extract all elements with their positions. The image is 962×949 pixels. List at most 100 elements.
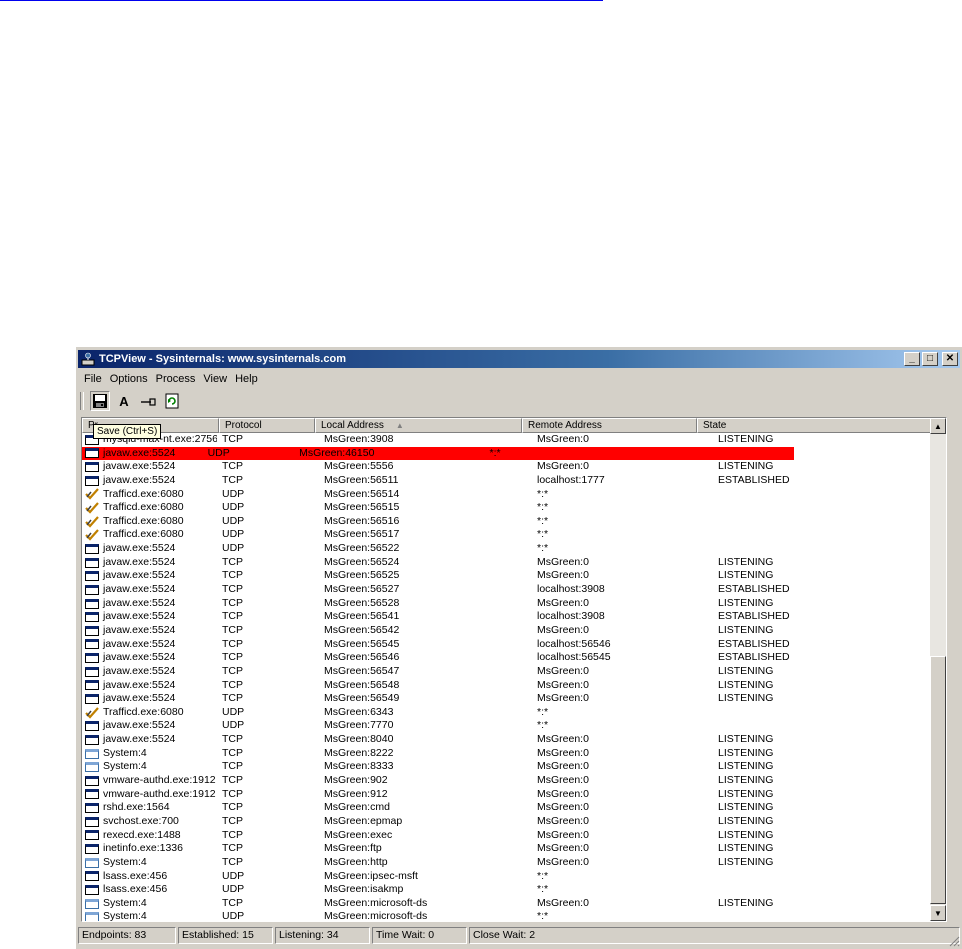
cell-local-address: MsGreen:56541 — [324, 610, 400, 623]
process-name: javaw.exe:5524 — [103, 692, 176, 705]
table-row[interactable]: javaw.exe:5524 TCP MsGreen:56548 MsGreen:0 L… — [82, 678, 946, 693]
menu-view[interactable]: View — [199, 373, 231, 385]
cell-state: LISTENING — [718, 555, 774, 568]
menu-options[interactable]: Options — [106, 373, 152, 385]
cell-state — [712, 528, 878, 542]
cell-local-address: MsGreen:5556 — [324, 460, 394, 473]
table-row[interactable]: inetinfo.exe:1336 TCP MsGreen:ftp MsGreen:0… — [82, 842, 946, 856]
application-window-icon — [85, 571, 99, 582]
cell-protocol: TCP — [222, 855, 243, 868]
menu-file[interactable]: File — [80, 373, 106, 385]
table-row[interactable]: javaw.exe:5524 TCP MsGreen:56546 localhost:… — [82, 651, 946, 665]
refresh-icon — [165, 393, 179, 409]
column-header-local-address-label: Local Address — [321, 420, 384, 431]
table-row[interactable]: System:4 TCP MsGreen:8222 MsGreen:0 LISTENIN… — [82, 747, 946, 761]
table-row[interactable]: javaw.exe:5524 TCP MsGreen:56545 localhost:… — [82, 638, 946, 652]
resolve-addresses-button[interactable] — [138, 391, 158, 411]
scroll-down-button[interactable]: ▼ — [930, 905, 946, 921]
table-row[interactable]: javaw.exe:5524 TCP MsGreen:56511 localhost:… — [82, 473, 946, 488]
table-row[interactable]: javaw.exe:5524 TCP MsGreen:56527 localhost:… — [82, 583, 946, 597]
cell-remote-address: *:* — [537, 705, 549, 718]
cell-state — [712, 910, 878, 921]
column-header-state[interactable]: State — [697, 418, 932, 433]
table-row[interactable]: vmware-authd.exe:1912 TCP MsGreen:902 MsGre… — [82, 774, 946, 788]
connections-list[interactable]: Pr Protocol Local Address ▲ Remote Addre… — [81, 417, 947, 922]
table-row[interactable]: lsass.exe:456 UDP MsGreen:isakmp *:* — [82, 883, 946, 897]
process-name: javaw.exe:5524 — [103, 623, 176, 636]
table-row[interactable]: System:4 TCP MsGreen:8333 MsGreen:0 LISTENIN… — [82, 760, 946, 774]
menu-process[interactable]: Process — [152, 373, 200, 385]
application-window-icon — [85, 721, 99, 732]
table-row[interactable]: mysqld-max-nt.exe:2756 TCP MsGreen:3908 MsG… — [82, 433, 946, 447]
table-row[interactable]: Trafficd.exe:6080 UDP MsGreen:6343 *:* — [82, 705, 946, 720]
table-row[interactable]: Trafficd.exe:6080 UDP MsGreen:56515 *:* — [82, 501, 946, 515]
close-button[interactable]: ✕ — [942, 352, 958, 366]
cell-protocol: TCP — [222, 460, 243, 473]
table-row[interactable]: System:4 TCP MsGreen:microsoft-ds MsGreen:0… — [82, 896, 946, 911]
table-row[interactable]: javaw.exe:5524 TCP MsGreen:56528 MsGreen:0 L… — [82, 597, 946, 611]
scroll-thumb[interactable] — [930, 656, 946, 904]
cell-remote-address: MsGreen:0 — [537, 623, 589, 636]
table-row[interactable]: javaw.exe:5524 UDP MsGreen:56522 *:* — [82, 542, 946, 556]
table-row[interactable]: javaw.exe:5524 TCP MsGreen:56524 MsGreen:0 L… — [82, 555, 946, 570]
table-row[interactable]: javaw.exe:5524 UDP MsGreen:46150 *:* — [82, 446, 794, 461]
cell-process: lsass.exe:456 — [82, 883, 217, 897]
application-window-icon — [85, 584, 99, 595]
refresh-button[interactable] — [162, 391, 182, 411]
table-row[interactable]: Trafficd.exe:6080 UDP MsGreen:56514 *:* — [82, 487, 946, 502]
table-row[interactable]: lsass.exe:456 UDP MsGreen:ipsec-msft *:* — [82, 870, 946, 884]
application-window-icon — [85, 844, 99, 855]
table-row[interactable]: System:4 UDP MsGreen:microsoft-ds *:* — [82, 910, 946, 921]
table-row[interactable]: javaw.exe:5524 TCP MsGreen:56541 localhost:… — [82, 610, 946, 624]
save-button[interactable] — [90, 391, 110, 411]
cell-protocol: TCP — [222, 842, 243, 855]
table-row[interactable]: javaw.exe:5524 UDP MsGreen:7770 *:* — [82, 719, 946, 733]
table-row[interactable]: svchost.exe:700 TCP MsGreen:epmap MsGreen:0… — [82, 815, 946, 829]
column-header-local-address[interactable]: Local Address ▲ — [315, 418, 522, 433]
menu-help[interactable]: Help — [231, 373, 262, 385]
resize-grip-icon[interactable] — [948, 935, 960, 947]
cell-local-address: MsGreen:56514 — [324, 487, 400, 500]
cell-local-address: MsGreen:exec — [324, 828, 393, 841]
table-row[interactable]: javaw.exe:5524 TCP MsGreen:56549 MsGreen:0 L… — [82, 692, 946, 706]
table-row[interactable]: javaw.exe:5524 TCP MsGreen:56542 MsGreen:0 L… — [82, 623, 946, 638]
minimize-button[interactable]: _ — [904, 352, 920, 366]
cell-local-address: MsGreen:56548 — [324, 678, 400, 691]
application-window-icon — [85, 884, 99, 895]
column-header-remote-address[interactable]: Remote Address — [522, 418, 697, 433]
cell-process: System:4 — [82, 910, 217, 921]
trafficd-check-icon — [85, 529, 99, 541]
title-bar[interactable]: TCPView - Sysinternals: www.sysinternals… — [78, 350, 960, 368]
cell-local-address: MsGreen:microsoft-ds — [324, 896, 428, 909]
vertical-scrollbar[interactable]: ▲ ▼ — [930, 418, 946, 921]
cell-state: LISTENING — [718, 801, 774, 814]
cell-protocol: TCP — [222, 787, 243, 800]
table-row[interactable]: javaw.exe:5524 TCP MsGreen:56525 MsGreen:0 L… — [82, 569, 946, 583]
trafficd-check-icon — [85, 488, 99, 500]
table-row[interactable]: rshd.exe:1564 TCP MsGreen:cmd MsGreen:0 LIST… — [82, 801, 946, 815]
cell-local-address: MsGreen:56515 — [324, 501, 400, 514]
table-row[interactable]: Trafficd.exe:6080 UDP MsGreen:56516 *:* — [82, 515, 946, 529]
column-header-protocol[interactable]: Protocol — [219, 418, 315, 433]
font-button[interactable]: A — [114, 391, 134, 411]
list-header: Pr Protocol Local Address ▲ Remote Addre… — [82, 418, 946, 433]
scroll-up-button[interactable]: ▲ — [930, 418, 946, 434]
process-name: javaw.exe:5524 — [103, 610, 176, 623]
application-window-icon — [85, 816, 99, 827]
table-row[interactable]: javaw.exe:5524 TCP MsGreen:56547 MsGreen:0 L… — [82, 665, 946, 679]
cell-state: LISTENING — [718, 896, 774, 909]
table-row[interactable]: vmware-authd.exe:1912 TCP MsGreen:912 MsGre… — [82, 787, 946, 802]
table-row[interactable]: System:4 TCP MsGreen:http MsGreen:0 LISTENIN… — [82, 855, 946, 870]
table-row[interactable]: javaw.exe:5524 TCP MsGreen:8040 MsGreen:0 LI… — [82, 733, 946, 747]
table-row[interactable]: rexecd.exe:1488 TCP MsGreen:exec MsGreen:0 L… — [82, 828, 946, 843]
table-row[interactable]: javaw.exe:5524 TCP MsGreen:5556 MsGreen:0 LI… — [82, 460, 946, 474]
cell-process: Trafficd.exe:6080 — [82, 501, 217, 515]
cell-protocol: TCP — [222, 828, 243, 841]
cell-local-address: MsGreen:56511 — [324, 473, 399, 486]
cell-protocol: UDP — [222, 719, 245, 732]
cell-process: Trafficd.exe:6080 — [82, 515, 217, 529]
cell-protocol: TCP — [222, 623, 243, 636]
maximize-button[interactable]: □ — [922, 352, 938, 366]
table-row[interactable]: Trafficd.exe:6080 UDP MsGreen:56517 *:* — [82, 528, 946, 542]
cell-remote-address: *:* — [537, 501, 549, 514]
